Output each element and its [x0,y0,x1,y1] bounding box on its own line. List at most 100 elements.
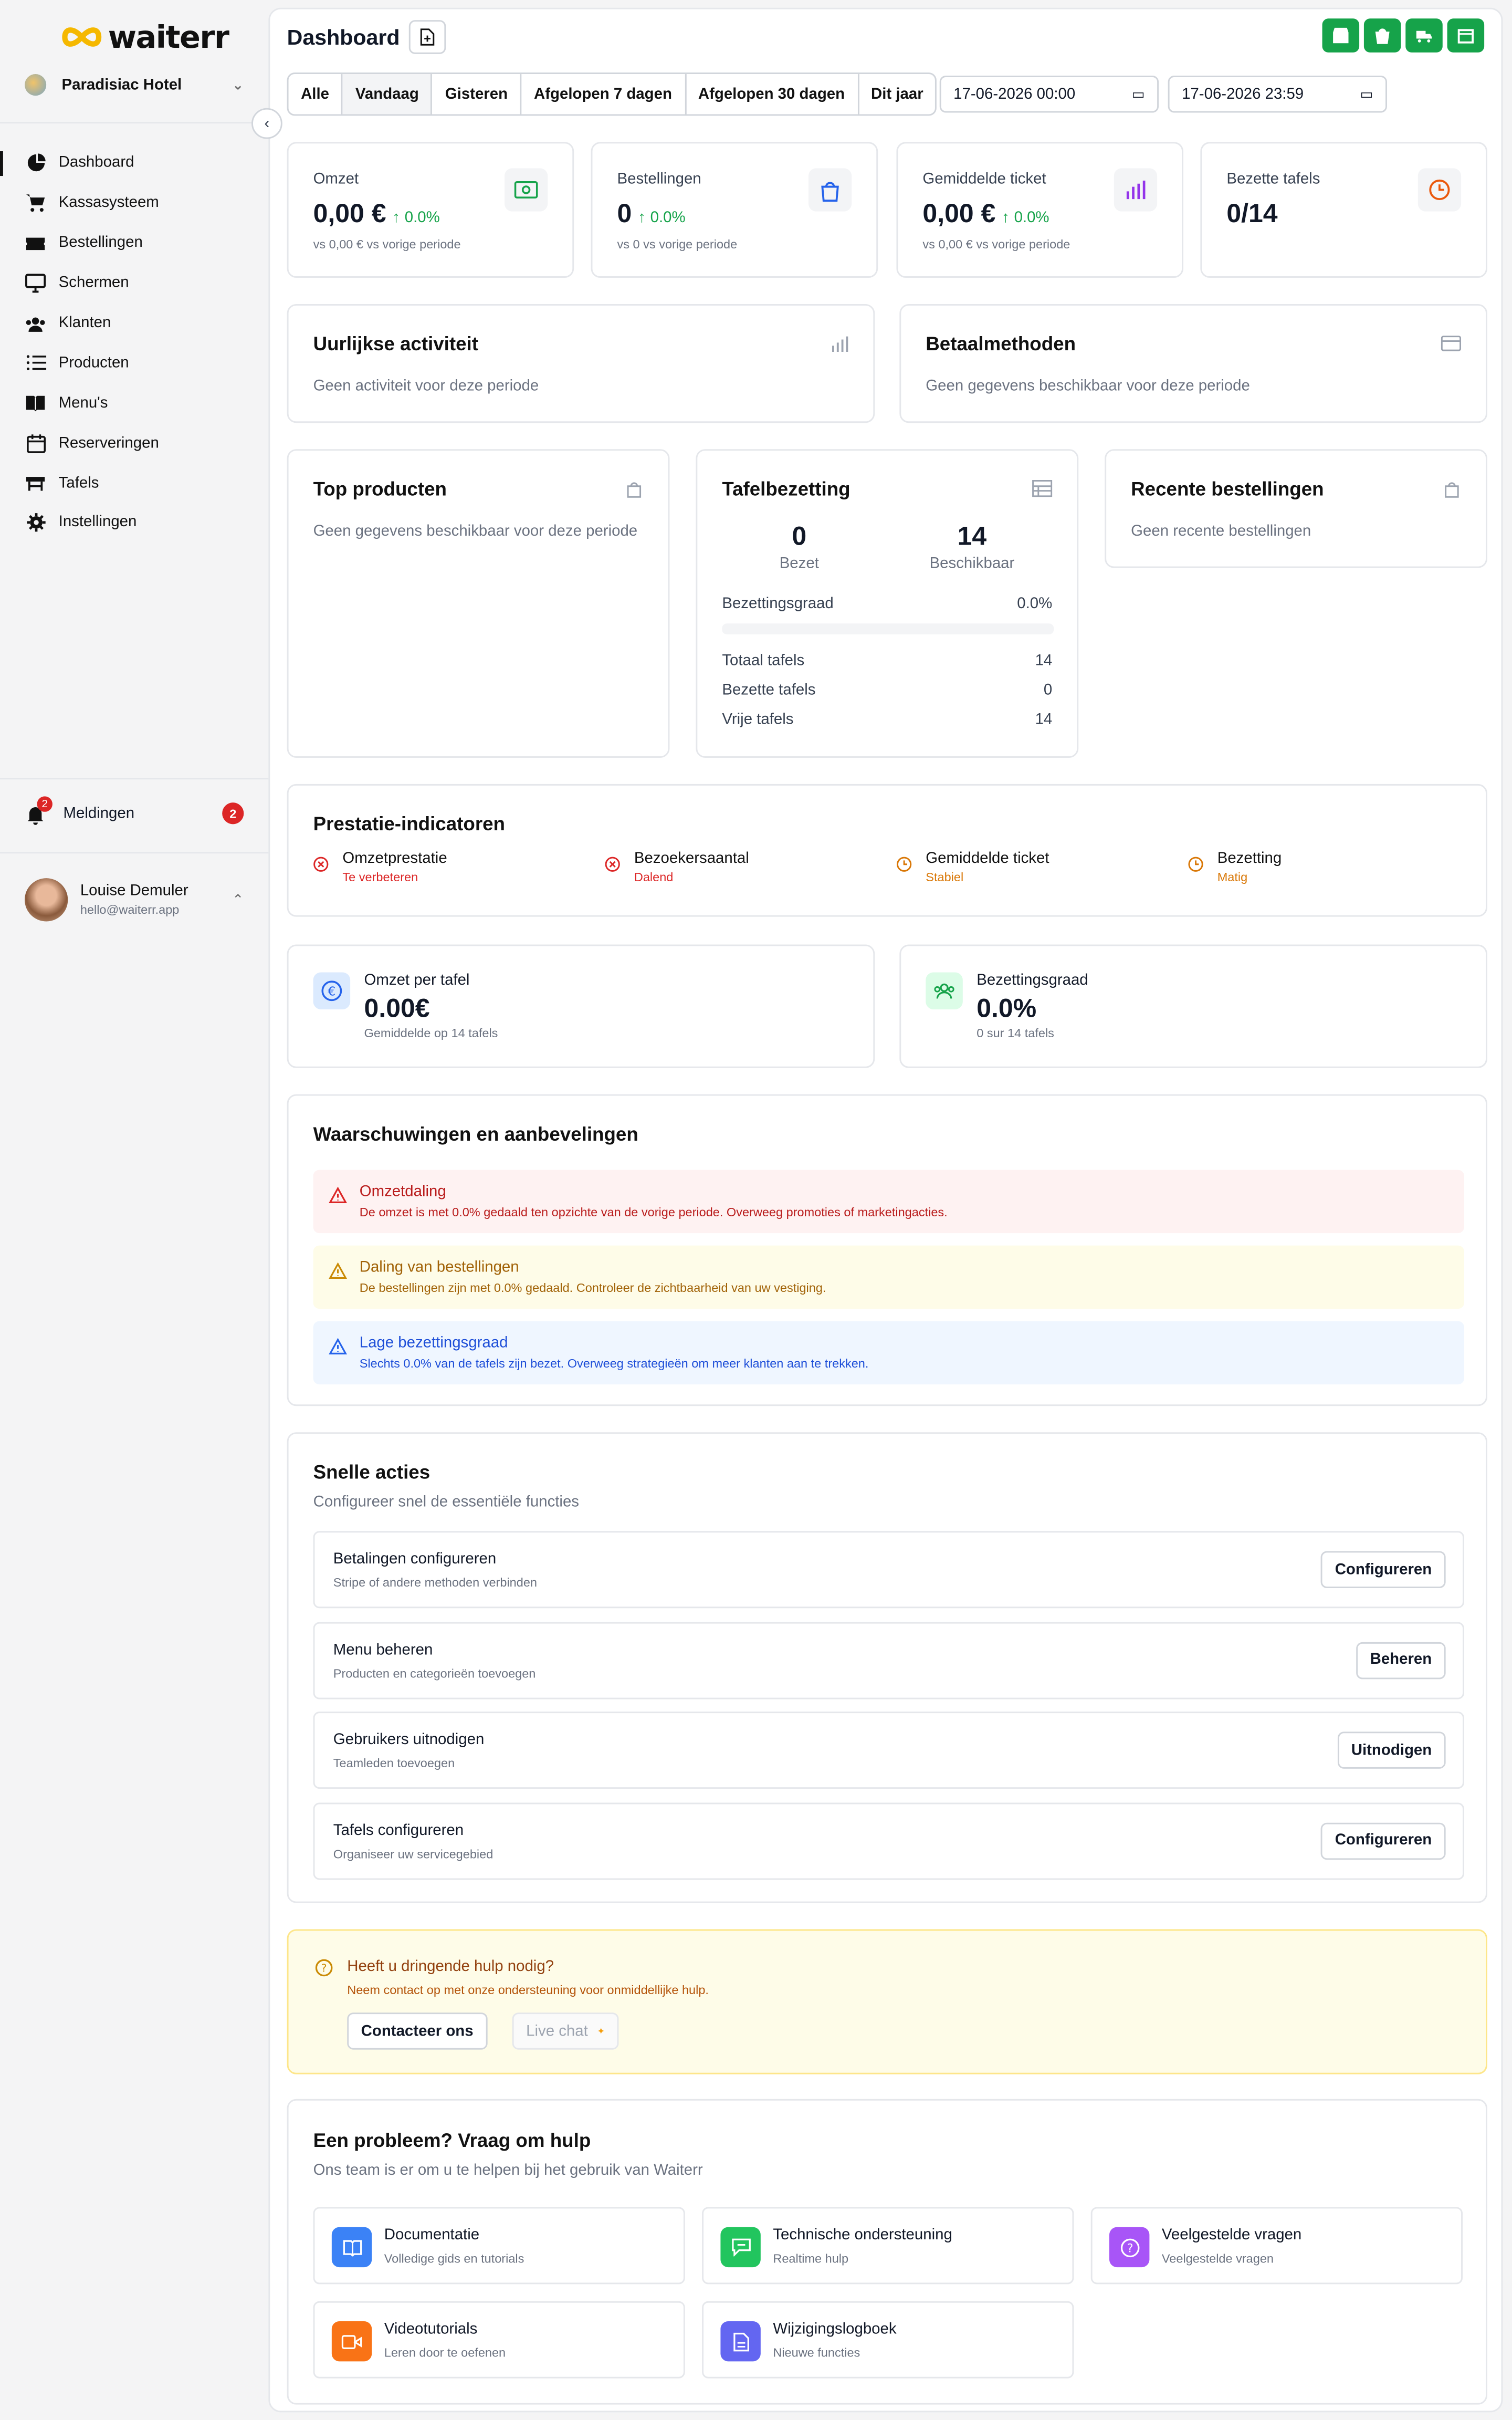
available-value: 14 [957,521,987,551]
kpi-item: Gemiddelde ticket Stabiel [896,850,1049,884]
help-resource-title: Veelgestelde vragen [1161,2227,1302,2245]
range-option[interactable]: Gisteren [433,74,522,114]
clock-icon [896,852,912,884]
stat-value-row: 0,00 € ↑ 0.0% [922,199,1049,230]
sidebar-item-producten[interactable]: Producten [0,343,268,383]
delivery-button[interactable] [1405,18,1443,53]
ticket-icon [25,233,46,254]
occupancy-row-label: Vrije tafels [722,711,794,729]
svg-text:€: € [328,984,335,999]
help-resource-desc: Volledige gids en tutorials [384,2251,524,2266]
user-menu[interactable]: Louise Demuler hello@waiterr.app ⌃ [25,878,244,922]
main-panel: Dashboard Alle Vandaag Gisteren Afgelopen 7… [268,7,1503,2413]
hotel-selector[interactable]: Paradisiac Hotel ⌄ [25,69,244,100]
warning-title: Omzetdaling [359,1184,446,1201]
stat-change: ↑ 0.0% [1002,210,1049,227]
bag-button[interactable] [1363,18,1401,53]
per-table-title: Omzet per tafel [364,972,470,989]
stat-comparison: vs 0,00 € vs vorige periode [313,237,461,252]
sidebar-item-dashboard[interactable]: Dashboard [0,143,268,183]
sidebar-item-menus[interactable]: Menu's [0,383,268,423]
help-resource-veelgesteldevragen[interactable]: ? Veelgestelde vragen Veelgestelde vragen [1090,2207,1463,2285]
export-button[interactable] [408,20,446,54]
stat-value-row: 0/14 [1226,199,1277,230]
stat-change-value: 0.0% [650,210,686,227]
warning-alert: Daling van bestellingen De bestellingen z… [313,1245,1464,1309]
rate-label: Bezettingsgraad [722,596,834,613]
stat-card-bestellingen: Bestellingen 0 ↑ 0.0% vs 0 vs vorige periode [591,142,878,278]
help-resource-desc: Nieuwe functies [773,2345,860,2360]
range-option[interactable]: Afgelopen 30 dagen [686,74,859,114]
help-circle-icon: ? [315,1959,333,1977]
file-icon [720,2321,761,2362]
stat-value: 0,00 € [313,199,386,228]
top-products-title: Top producten [313,478,447,500]
hourly-title: Uurlijkse activiteit [313,333,479,355]
stat-label: Bezette tafels [1226,171,1320,189]
kpi-title: Gemiddelde ticket [926,850,1049,868]
contact-button[interactable]: Contacteer ons [347,2012,488,2050]
help-resource-documentatie[interactable]: Documentatie Volledige gids en tutorials [313,2207,685,2285]
live-chat-button[interactable]: Live chat ✦ [512,2012,619,2050]
sidebar-item-instellingen[interactable]: Instellingen [0,503,268,543]
quick-action-button[interactable]: Configureren [1321,1822,1446,1859]
sidebar-item-label: Bestellingen [58,235,143,252]
warning-alert: Lage bezettingsgraad Slechts 0.0% van de … [313,1321,1464,1385]
money-icon [504,168,548,212]
date-to-input[interactable]: 17-06-2026 23:59 ▭ [1168,76,1387,113]
date-from-input[interactable]: 17-06-2026 00:00 ▭ [939,76,1159,113]
sidebar-item-schermen[interactable]: Schermen [0,264,268,304]
notifications-item[interactable]: 2 Meldingen 2 [25,796,244,829]
table-occupancy-card: Tafelbezetting 0 Bezet 14 Beschikbaar Be… [696,449,1079,758]
help-resource-technischeondersteuning[interactable]: Technische ondersteuning Realtime hulp [702,2207,1074,2285]
store-button[interactable] [1322,18,1360,53]
stat-comparison: vs 0,00 € vs vorige periode [922,237,1070,252]
quick-action-title: Betalingen configureren [333,1551,497,1568]
clock-icon [1188,852,1203,884]
kpi-text: Bezetting Matig [1217,850,1282,884]
sidebar-item-tafels[interactable]: Tafels [0,463,268,503]
range-option[interactable]: Afgelopen 7 dagen [521,74,686,114]
waiterr-logo-icon [62,27,102,47]
kpi-status: Dalend [634,870,674,884]
quick-action-button[interactable]: Beheren [1356,1641,1446,1678]
range-option[interactable]: Dit jaar [859,74,936,114]
sidebar-item-bestellingen[interactable]: Bestellingen [0,223,268,263]
range-option[interactable]: Vandaag [343,74,433,114]
urgent-help-card: ? Heeft u dringende hulp nodig? Neem con… [287,1929,1488,2074]
quick-action-button[interactable]: Uitnodigen [1337,1731,1446,1769]
date-from-value: 17-06-2026 00:00 [953,86,1076,103]
warning-text: Daling van bestellingen De bestellingen z… [360,1259,826,1295]
warning-triangle-icon [329,1335,348,1371]
stat-value: 0/14 [1226,199,1278,228]
quick-action-button[interactable]: Configureren [1321,1551,1446,1589]
book-icon [25,392,46,414]
table-icon [1032,479,1053,497]
sidebar-item-label: Instellingen [58,514,137,532]
sidebar-nav: Dashboard Kassasysteem Bestellingen Scherme… [0,143,268,543]
page-title: Dashboard [287,25,400,50]
logo[interactable]: waiterr [62,18,229,56]
rate-value: 0.0% [1017,596,1053,613]
sidebar-item-klanten[interactable]: Klanten [0,304,268,343]
help-card: Een probleem? Vraag om hulp Ons team is … [287,2099,1488,2405]
svg-text:?: ? [1126,2241,1132,2255]
collapse-sidebar-button[interactable]: ‹ [251,108,282,139]
occupancy-rate-card: Bezettingsgraad 0.0% 0 sur 14 tafels [899,944,1488,1068]
stat-value: 0 [617,199,632,228]
notifications-badge: 2 [222,802,244,825]
per-table-value: 0.00€ [364,994,430,1024]
help-resource-videotutorials[interactable]: Videotutorials Leren door te oefenen [313,2301,685,2379]
cart-icon [25,193,46,214]
sidebar-item-kassasysteem[interactable]: Kassasysteem [0,183,268,223]
help-resource-wijzigingslogboek[interactable]: Wijzigingslogboek Nieuwe functies [702,2301,1074,2379]
occupancy-row-label: Totaal tafels [722,653,805,670]
range-option[interactable]: Alle [289,74,343,114]
calendar-icon: ▭ [1131,86,1145,101]
sidebar-item-reserveringen[interactable]: Reserveringen [0,423,268,463]
calendar-button[interactable] [1447,18,1485,53]
chevron-left-icon: ‹ [264,114,270,132]
occupancy-row: Vrije tafels 14 [722,712,1052,728]
warnings-title: Waarschuwingen en aanbevelingen [313,1123,638,1145]
quick-action-row: Menu beheren Producten en categorieën toe… [313,1621,1464,1699]
